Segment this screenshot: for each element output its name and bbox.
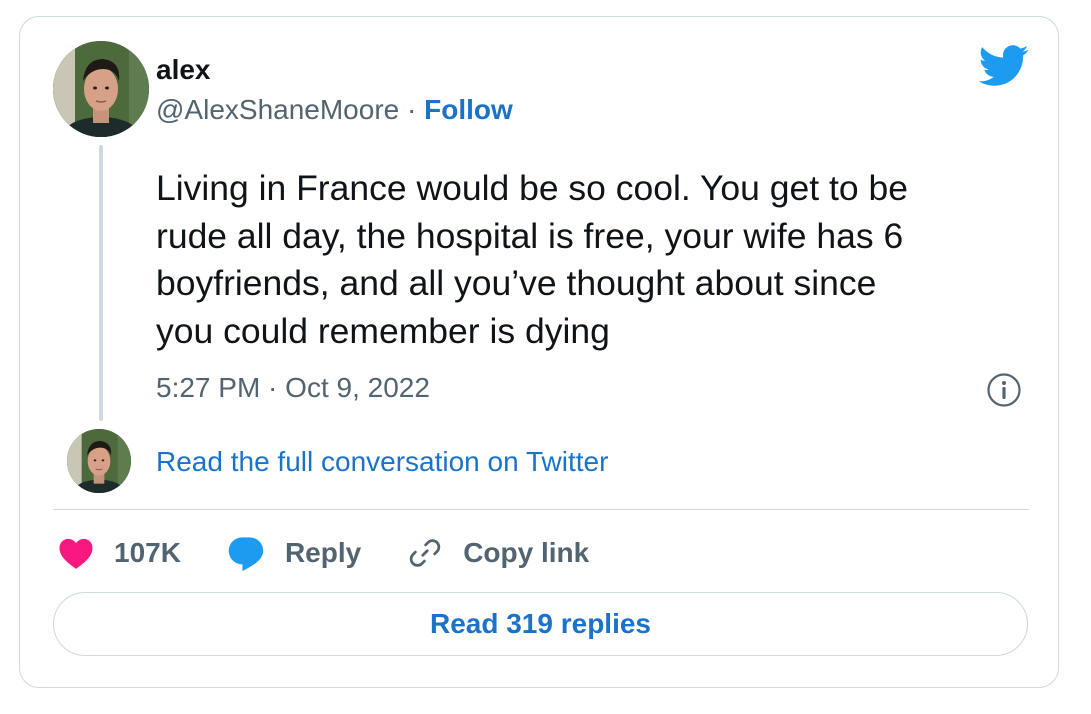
tweet-text-line: you could remember is dying — [156, 310, 610, 351]
thread-connector-line — [99, 145, 103, 421]
author-handle-line: @AlexShaneMoore · Follow — [156, 93, 513, 127]
author-avatar[interactable] — [53, 41, 149, 137]
author-handle[interactable]: @AlexShaneMoore — [156, 94, 399, 125]
link-icon — [410, 539, 441, 567]
full-conversation-link[interactable]: Read the full conversation on Twitter — [156, 445, 608, 479]
like-button[interactable]: 107K — [58, 536, 181, 570]
like-count: 107K — [114, 537, 181, 568]
divider — [53, 509, 1029, 510]
handle-separator: · — [399, 94, 425, 125]
action-bar: 107K Reply Copy link — [58, 531, 635, 575]
tweet-embed-card: alex @AlexShaneMoore · Follow Living in … — [19, 16, 1059, 688]
speech-bubble-icon — [228, 537, 264, 571]
tweet-timestamp[interactable]: 5:27 PM · Oct 9, 2022 — [156, 371, 430, 405]
tweet-text-line: boyfriends, and all you’ve thought about… — [156, 263, 877, 303]
heart-icon — [59, 538, 93, 569]
copy-link-label: Copy link — [463, 537, 590, 568]
reply-button[interactable]: Reply — [227, 535, 361, 571]
conversation-avatar[interactable] — [67, 429, 131, 493]
tweet-text: Living in France would be so cool. You g… — [156, 165, 1026, 355]
copy-link-button[interactable]: Copy link — [407, 535, 589, 571]
twitter-bird-icon[interactable] — [978, 45, 1030, 87]
tweet-text-line: Living in France would be so cool. You g… — [156, 168, 908, 208]
reply-label: Reply — [284, 537, 362, 568]
follow-link[interactable]: Follow — [424, 94, 513, 125]
info-icon[interactable] — [986, 372, 1022, 408]
author-name[interactable]: alex — [156, 53, 211, 87]
tweet-text-line: rude all day, the hospital is free, your… — [156, 215, 904, 256]
read-replies-button[interactable]: Read 319 replies — [53, 592, 1028, 656]
